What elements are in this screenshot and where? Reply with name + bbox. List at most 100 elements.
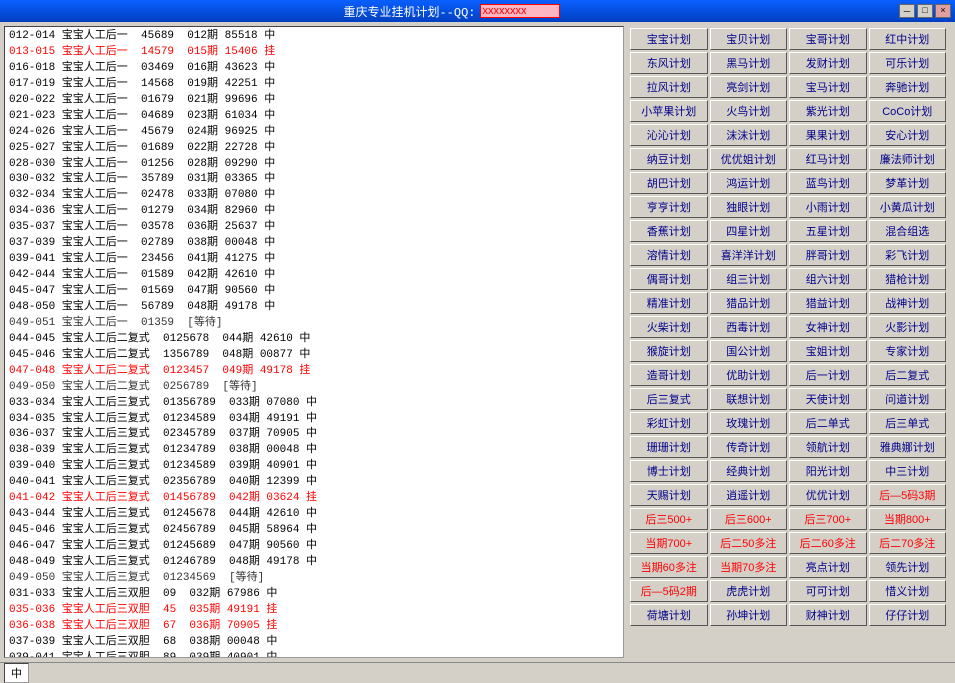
plan-button[interactable]: 专家计划	[869, 340, 947, 362]
plan-button[interactable]: 可乐计划	[869, 52, 947, 74]
plan-button[interactable]: 黑马计划	[710, 52, 788, 74]
plan-button[interactable]: 荷塘计划	[630, 604, 708, 626]
plan-button[interactable]: 珊珊计划	[630, 436, 708, 458]
plan-button[interactable]: 玫瑰计划	[710, 412, 788, 434]
plan-button[interactable]: 宝姐计划	[789, 340, 867, 362]
plan-button[interactable]: 亮剑计划	[710, 76, 788, 98]
plan-button[interactable]: 后三单式	[869, 412, 947, 434]
plan-button[interactable]: 奔驰计划	[869, 76, 947, 98]
plan-button[interactable]: 当期60多注	[630, 556, 708, 578]
plan-button[interactable]: 猎枪计划	[869, 268, 947, 290]
plan-button[interactable]: 后二50多注	[710, 532, 788, 554]
plan-button[interactable]: 火柴计划	[630, 316, 708, 338]
plan-button[interactable]: 后二单式	[789, 412, 867, 434]
plan-button[interactable]: 博士计划	[630, 460, 708, 482]
plan-button[interactable]: 联想计划	[710, 388, 788, 410]
plan-button[interactable]: 宝贝计划	[710, 28, 788, 50]
plan-button[interactable]: 喜洋洋计划	[710, 244, 788, 266]
plan-button[interactable]: 可可计划	[789, 580, 867, 602]
plan-button[interactable]: 精准计划	[630, 292, 708, 314]
plan-button[interactable]: 彩飞计划	[869, 244, 947, 266]
minimize-button[interactable]: －	[899, 4, 915, 18]
plan-button[interactable]: 溶情计划	[630, 244, 708, 266]
plan-button[interactable]: 天赐计划	[630, 484, 708, 506]
plan-button[interactable]: 沁沁计划	[630, 124, 708, 146]
plan-button[interactable]: 经典计划	[710, 460, 788, 482]
plan-button[interactable]: 胡巴计划	[630, 172, 708, 194]
plan-button[interactable]: 仔仔计划	[869, 604, 947, 626]
plan-button[interactable]: 后—5码2期	[630, 580, 708, 602]
plan-button[interactable]: 西毒计划	[710, 316, 788, 338]
plan-button[interactable]: 阳光计划	[789, 460, 867, 482]
plan-button[interactable]: 火影计划	[869, 316, 947, 338]
plan-button[interactable]: 优优计划	[789, 484, 867, 506]
plan-button[interactable]: 后三复式	[630, 388, 708, 410]
plan-button[interactable]: 天使计划	[789, 388, 867, 410]
plan-button[interactable]: 彩虹计划	[630, 412, 708, 434]
plan-button[interactable]: 小苹果计划	[630, 100, 708, 122]
plan-button[interactable]: 后二60多注	[789, 532, 867, 554]
plan-button[interactable]: 宝哥计划	[789, 28, 867, 50]
plan-button[interactable]: 拉风计划	[630, 76, 708, 98]
plan-button[interactable]: 当期800+	[869, 508, 947, 530]
plan-button[interactable]: 香蕉计划	[630, 220, 708, 242]
plan-button[interactable]: 优优姐计划	[710, 148, 788, 170]
plan-button[interactable]: 小雨计划	[789, 196, 867, 218]
plan-button[interactable]: 宝马计划	[789, 76, 867, 98]
plan-button[interactable]: 小黄瓜计划	[869, 196, 947, 218]
plan-button[interactable]: 发财计划	[789, 52, 867, 74]
plan-button[interactable]: 组三计划	[710, 268, 788, 290]
plan-button[interactable]: 造哥计划	[630, 364, 708, 386]
plan-button[interactable]: 红马计划	[789, 148, 867, 170]
plan-button[interactable]: 优助计划	[710, 364, 788, 386]
plan-button[interactable]: 独眼计划	[710, 196, 788, 218]
plan-button[interactable]: 四星计划	[710, 220, 788, 242]
plan-button[interactable]: 火鸟计划	[710, 100, 788, 122]
plan-button[interactable]: 领先计划	[869, 556, 947, 578]
plan-button[interactable]: 当期70多注	[710, 556, 788, 578]
plan-button[interactable]: 纳豆计划	[630, 148, 708, 170]
plan-button[interactable]: 传奇计划	[710, 436, 788, 458]
plan-button[interactable]: 后三600+	[710, 508, 788, 530]
plan-button[interactable]: 后一计划	[789, 364, 867, 386]
plan-button[interactable]: 国公计划	[710, 340, 788, 362]
plan-button[interactable]: 虎虎计划	[710, 580, 788, 602]
plan-button[interactable]: 惜义计划	[869, 580, 947, 602]
plan-button[interactable]: 梦革计划	[869, 172, 947, 194]
plan-button[interactable]: 安心计划	[869, 124, 947, 146]
close-button[interactable]: ×	[935, 4, 951, 18]
plan-button[interactable]: 战神计划	[869, 292, 947, 314]
plan-button[interactable]: 当期700+	[630, 532, 708, 554]
plan-button[interactable]: 鸿运计划	[710, 172, 788, 194]
plan-button[interactable]: 雅典娜计划	[869, 436, 947, 458]
plan-button[interactable]: 后三700+	[789, 508, 867, 530]
plan-button[interactable]: 果果计划	[789, 124, 867, 146]
plan-button[interactable]: 领航计划	[789, 436, 867, 458]
plan-button[interactable]: 混合组选	[869, 220, 947, 242]
plan-button[interactable]: 财神计划	[789, 604, 867, 626]
plan-button[interactable]: 宝宝计划	[630, 28, 708, 50]
plan-button[interactable]: 后—5码3期	[869, 484, 947, 506]
plan-button[interactable]: 组六计划	[789, 268, 867, 290]
qq-input[interactable]	[480, 4, 560, 18]
plan-button[interactable]: 亮点计划	[789, 556, 867, 578]
plan-button[interactable]: 沫沫计划	[710, 124, 788, 146]
plan-button[interactable]: 猎品计划	[710, 292, 788, 314]
plan-button[interactable]: 紫光计划	[789, 100, 867, 122]
left-scrollable[interactable]: 012-014 宝宝人工后一 45689 012期 85518 中013-015…	[5, 27, 623, 657]
plan-button[interactable]: 中三计划	[869, 460, 947, 482]
plan-button[interactable]: 逍遥计划	[710, 484, 788, 506]
plan-button[interactable]: 亨亨计划	[630, 196, 708, 218]
plan-button[interactable]: 偶哥计划	[630, 268, 708, 290]
plan-button[interactable]: CoCo计划	[869, 100, 947, 122]
plan-button[interactable]: 红中计划	[869, 28, 947, 50]
plan-button[interactable]: 孙坤计划	[710, 604, 788, 626]
plan-button[interactable]: 女神计划	[789, 316, 867, 338]
plan-button[interactable]: 廉法师计划	[869, 148, 947, 170]
plan-button[interactable]: 五星计划	[789, 220, 867, 242]
plan-button[interactable]: 后二70多注	[869, 532, 947, 554]
plan-button[interactable]: 问道计划	[869, 388, 947, 410]
plan-button[interactable]: 后二复式	[869, 364, 947, 386]
plan-button[interactable]: 蓝鸟计划	[789, 172, 867, 194]
plan-button[interactable]: 东风计划	[630, 52, 708, 74]
